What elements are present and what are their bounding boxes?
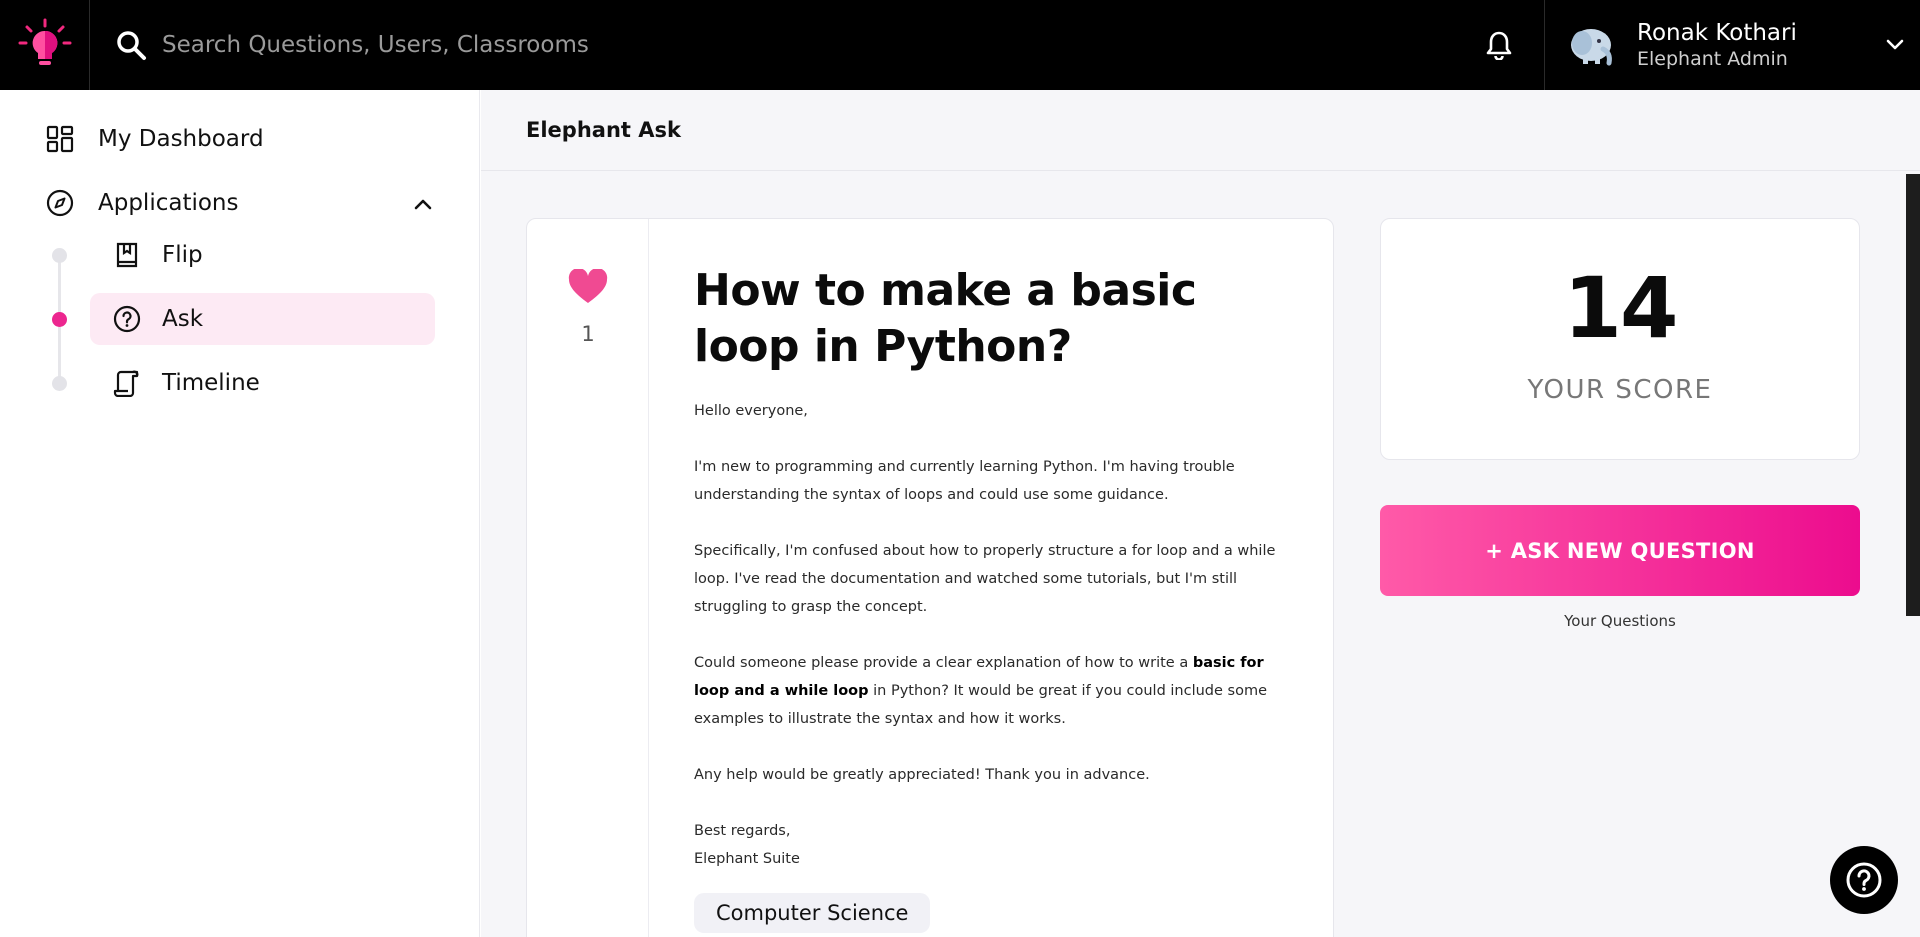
question-title: How to make a basic loop in Python? (694, 265, 1197, 372)
question-text-span: Could someone please provide a clear exp… (694, 655, 1193, 671)
sidebar-item-label: Applications (98, 190, 239, 216)
question-paragraph: Specifically, I'm confused about how to … (694, 543, 1276, 615)
main-content: Elephant Ask 1 How to make a basic loop … (481, 90, 1920, 937)
tree-dot (52, 376, 67, 391)
chevron-down-icon[interactable] (1884, 34, 1906, 56)
help-question-icon (1846, 862, 1882, 898)
sidebar-item-label: Flip (162, 242, 203, 268)
sidebar-item-flip[interactable]: Flip (90, 229, 435, 281)
search-bar[interactable] (114, 21, 674, 69)
question-text: Hello everyone, I'm new to programming a… (694, 397, 1294, 873)
sidebar-section-applications[interactable]: Applications (45, 188, 435, 218)
sidebar: My Dashboard Applications Flip Ask Timel… (0, 90, 480, 937)
question-paragraph: Any help would be greatly appreciated! T… (694, 767, 1150, 783)
top-bar: Ronak Kothari Elephant Admin (0, 0, 1920, 90)
sidebar-item-label: Ask (162, 306, 204, 332)
score-label: YOUR SCORE (1527, 375, 1713, 405)
tree-dot (52, 248, 67, 263)
dashboard-grid-icon (45, 124, 75, 154)
notification-bell-icon[interactable] (1482, 28, 1516, 62)
question-signoff: Best regards, (694, 823, 791, 839)
question-body: How to make a basic loop in Python? Hell… (694, 263, 1294, 933)
vote-column: 1 (527, 219, 649, 937)
search-icon (114, 28, 148, 62)
sidebar-item-label: My Dashboard (98, 126, 264, 152)
chevron-up-icon[interactable] (411, 192, 435, 216)
sidebar-item-label: Timeline (162, 370, 260, 396)
book-icon (112, 240, 142, 270)
breadcrumb: Elephant Ask (526, 118, 681, 142)
score-value: 14 (1563, 259, 1679, 357)
sidebar-item-ask[interactable]: Ask (90, 293, 435, 345)
your-questions-link[interactable]: Your Questions (1380, 612, 1860, 630)
question-paragraph: I'm new to programming and currently lea… (694, 459, 1235, 503)
compass-icon (45, 188, 75, 218)
question-paragraph: Could someone please provide a clear exp… (694, 649, 1294, 733)
category-tag[interactable]: Computer Science (694, 893, 931, 933)
divider (481, 170, 1920, 171)
question-signature: Elephant Suite (694, 851, 800, 867)
ask-new-question-button[interactable]: + ASK NEW QUESTION (1380, 505, 1860, 596)
question-greeting: Hello everyone, (694, 403, 808, 419)
score-card: 14 YOUR SCORE (1380, 218, 1860, 460)
search-input[interactable] (162, 32, 662, 58)
question-card: 1 How to make a basic loop in Python? He… (526, 218, 1334, 937)
scroll-icon (112, 368, 142, 398)
question-circle-icon (112, 304, 142, 334)
elephant-avatar-icon (1571, 29, 1612, 66)
heart-icon[interactable] (566, 267, 610, 307)
tree-dot-active (52, 312, 67, 327)
help-button[interactable] (1830, 846, 1898, 914)
scrollbar[interactable] (1906, 174, 1920, 616)
sidebar-item-timeline[interactable]: Timeline (90, 357, 435, 409)
app-logo[interactable] (0, 0, 90, 90)
avatar (1567, 20, 1617, 70)
user-role: Elephant Admin (1637, 48, 1788, 70)
sidebar-item-dashboard[interactable]: My Dashboard (45, 124, 264, 154)
like-count: 1 (581, 322, 595, 346)
lightbulb-logo-icon (18, 18, 71, 65)
user-profile-menu[interactable]: Ronak Kothari Elephant Admin (1544, 0, 1920, 90)
user-name: Ronak Kothari (1637, 20, 1797, 46)
